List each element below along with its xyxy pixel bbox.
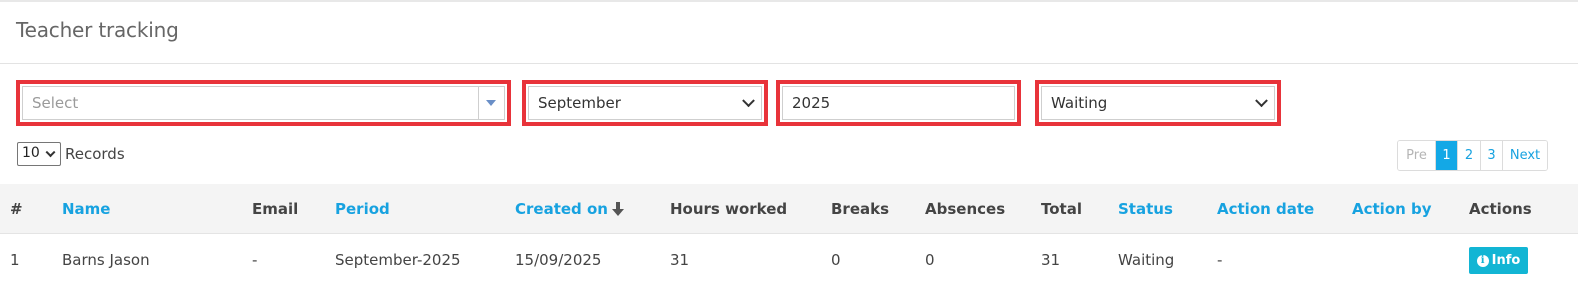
header-period[interactable]: Period [335, 200, 390, 218]
teacher-select-placeholder: Select [32, 94, 79, 112]
table-row: 1 Barns Jason - September-2025 15/09/202… [0, 235, 1578, 285]
month-filter-highlight: September [522, 80, 768, 126]
cell-hours-worked: 31 [670, 251, 690, 269]
cell-breaks: 0 [831, 251, 841, 269]
cell-absences: 0 [925, 251, 935, 269]
cell-name: Barns Jason [62, 251, 150, 269]
records-label: Records [65, 145, 125, 163]
header-name[interactable]: Name [62, 200, 110, 218]
header-hours-worked: Hours worked [670, 199, 788, 218]
cell-action-date: - [1217, 251, 1223, 269]
header-absences: Absences [925, 199, 1006, 218]
cell-email: - [252, 251, 258, 269]
info-button[interactable]: i Info [1469, 247, 1528, 274]
cell-index: 1 [10, 251, 20, 269]
pagination-next[interactable]: Next [1502, 141, 1547, 170]
header-actions: Actions [1469, 199, 1532, 218]
cell-total: 31 [1041, 251, 1061, 269]
header-breaks: Breaks [831, 199, 890, 218]
chevron-down-icon [45, 147, 56, 158]
teacher-select[interactable]: Select [22, 86, 505, 120]
chevron-down-icon [1255, 94, 1268, 108]
header-created-on-label: Created on [515, 199, 608, 218]
arrow-down-icon [612, 201, 624, 216]
top-divider [0, 0, 1578, 2]
records-per-page: 10 Records [17, 142, 125, 166]
header-action-date[interactable]: Action date [1217, 200, 1314, 218]
cell-status: Waiting [1118, 251, 1175, 269]
header-index: # [10, 199, 23, 218]
header-created-on[interactable]: Created on [515, 200, 624, 218]
title-divider [0, 63, 1578, 64]
pagination-prev[interactable]: Pre [1398, 141, 1435, 170]
chevron-down-icon [742, 94, 755, 108]
teacher-filter-highlight: Select [16, 80, 511, 126]
pagination: Pre 1 2 3 Next [1397, 140, 1548, 171]
info-circle-icon: i [1476, 254, 1489, 267]
month-select-value: September [538, 94, 621, 112]
records-select-value: 10 [22, 145, 40, 161]
pagination-page-1[interactable]: 1 [1435, 141, 1457, 170]
table-header: # Name Email Period Created on Hours wor… [0, 184, 1578, 234]
month-select[interactable]: September [528, 86, 762, 120]
year-input-value: 2025 [792, 94, 831, 112]
records-select[interactable]: 10 [17, 142, 61, 166]
status-filter-highlight: Waiting [1035, 80, 1281, 126]
triangle-down-icon[interactable] [486, 100, 496, 106]
header-email: Email [252, 199, 299, 218]
year-input[interactable]: 2025 [782, 86, 1015, 120]
header-total: Total [1041, 199, 1082, 218]
combo-divider [478, 87, 479, 119]
pagination-page-2[interactable]: 2 [1457, 141, 1480, 170]
header-action-by[interactable]: Action by [1352, 200, 1432, 218]
status-select-value: Waiting [1051, 94, 1108, 112]
year-filter-highlight: 2025 [776, 80, 1021, 126]
info-button-label: Info [1491, 253, 1521, 268]
cell-created-on: 15/09/2025 [515, 251, 602, 269]
status-select[interactable]: Waiting [1041, 86, 1275, 120]
page-title: Teacher tracking [16, 18, 179, 42]
pagination-page-3[interactable]: 3 [1480, 141, 1502, 170]
header-status[interactable]: Status [1118, 200, 1173, 218]
cell-period: September-2025 [335, 251, 461, 269]
